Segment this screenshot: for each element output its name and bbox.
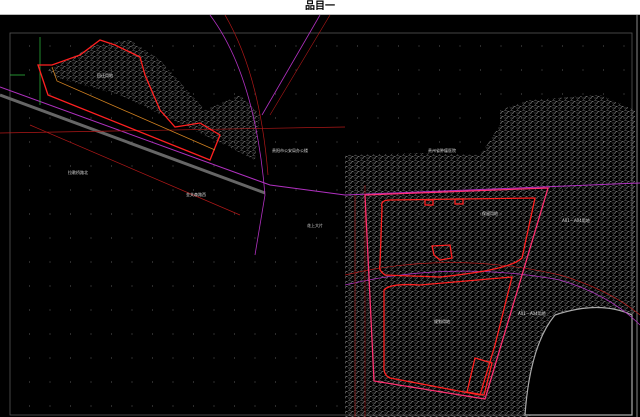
label-hospital: 贵州省肿瘤医院 xyxy=(428,148,456,153)
label-relocation-site: 回迁用地 xyxy=(97,73,113,78)
label-road-west: 金关森路西 xyxy=(186,192,206,197)
drawing-title: 品目一 xyxy=(305,1,335,12)
label-site-a: 保留用地 xyxy=(482,211,498,216)
label-site-a01-upper: A01－A04用地 xyxy=(562,218,590,223)
label-area-center: 花上大片 xyxy=(307,223,323,228)
label-site-a01-lower: A01－A04用地 xyxy=(518,311,546,316)
map-drawing xyxy=(0,15,640,417)
label-road-north: 拉歌桥路北 xyxy=(68,170,88,175)
cad-map-canvas[interactable]: 回迁用地 贵阳市公安局办公楼 贵州省肿瘤医院 拉歌桥路北 金关森路西 花上大片 … xyxy=(0,14,640,417)
label-site-south: 规划用地 xyxy=(434,319,450,324)
label-public-security: 贵阳市公安局办公楼 xyxy=(272,148,308,153)
